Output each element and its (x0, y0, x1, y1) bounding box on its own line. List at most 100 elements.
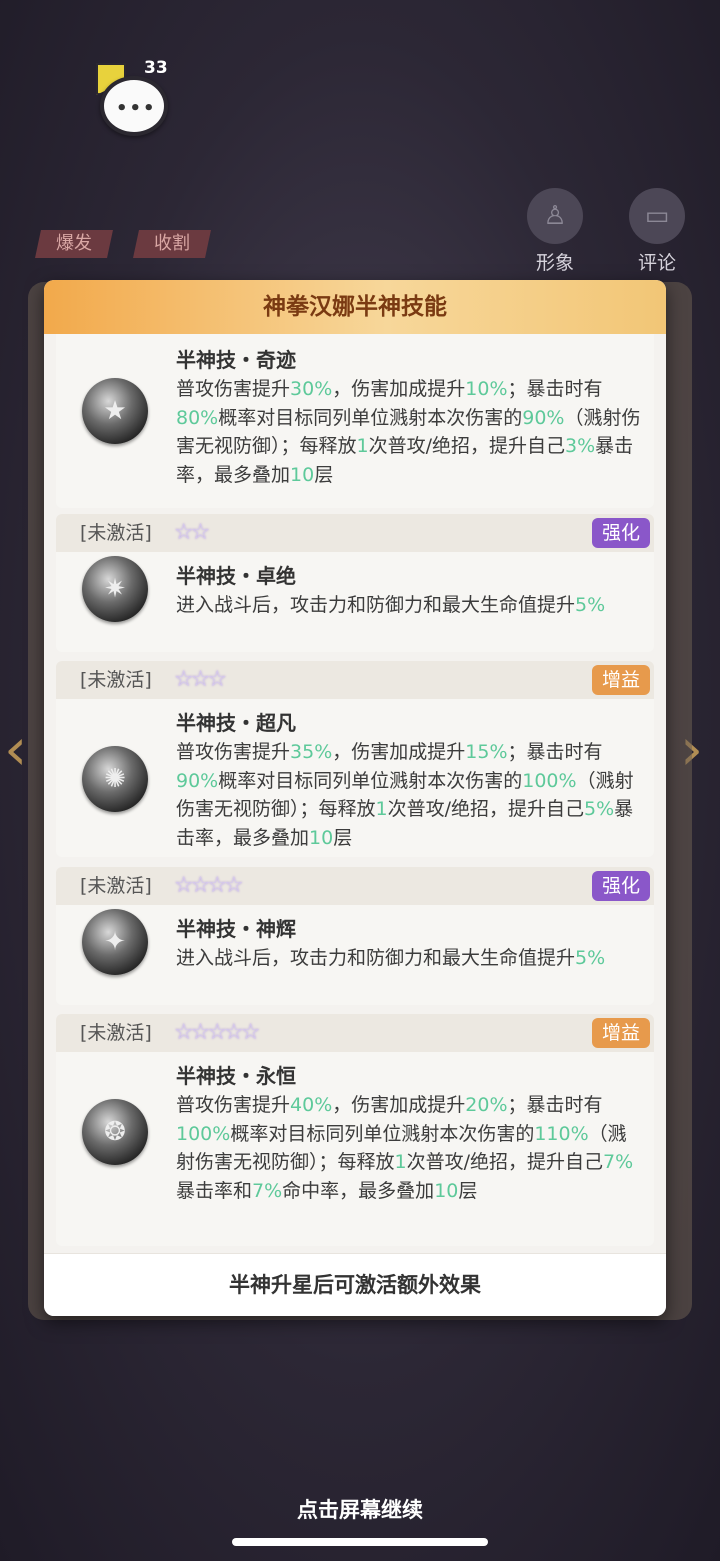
skill-title: 半神技・神辉 (176, 917, 296, 941)
highlight-value: 7% (252, 1179, 283, 1202)
skill-desc: 进入战斗后，攻击力和防御力和最大生命值提升5% (176, 591, 642, 620)
portrait-icon: ♙ (527, 188, 583, 244)
desc-text: 次普攻/绝招，提升自己 (406, 1151, 604, 1173)
highlight-value: 5% (575, 947, 606, 969)
highlight-value: 10 (290, 463, 315, 486)
portrait-button[interactable]: ♙ 形象 (522, 188, 588, 275)
skill-panel: 神拳汉娜半神技能 ★ 半神技・奇迹 普攻伤害提升30%，伤害加成提升10%；暴击… (44, 280, 666, 1316)
highlight-value: 20% (465, 1094, 508, 1116)
highlight-value: 80% (176, 406, 219, 429)
highlight-value: 35% (290, 741, 333, 763)
tag-burst: 爆发 (35, 230, 113, 258)
skill-head: [未激活] ☆☆ 强化 (56, 514, 654, 552)
prev-arrow-icon[interactable]: ‹ (4, 715, 27, 783)
desc-text: 层 (458, 1179, 478, 1202)
highlight-value: 30% (290, 378, 333, 400)
tap-to-continue[interactable]: 点击屏幕继续 (0, 1494, 720, 1524)
highlight-value: 5% (575, 594, 606, 616)
skill-title: 半神技・卓绝 (176, 564, 296, 588)
eternal-skill-icon: ❂ (82, 1098, 148, 1165)
skill-badge: 强化 (591, 871, 650, 901)
skill-status: [未激活] (80, 1022, 152, 1044)
highlight-value: 100% (522, 769, 577, 792)
skill-desc: 普攻伤害提升35%，伤害加成提升15%；暴击时有90%概率对目标同列单位溅射本次… (176, 738, 642, 852)
star-skill-icon: ★ (82, 377, 148, 444)
skill-card: [未激活] ☆☆☆☆☆ 增益 ❂ 半神技・永恒 普攻伤害提升40%，伤害加成提升… (56, 1014, 654, 1246)
skill-status: [未激活] (80, 875, 152, 897)
skill-body: ✦ 半神技・神辉 进入战斗后，攻击力和防御力和最大生命值提升5% (56, 905, 654, 981)
highlight-value: 7% (603, 1151, 634, 1173)
compass-skill-icon: ✷ (82, 556, 148, 622)
star-rating-icon: ☆☆☆☆ (173, 873, 244, 898)
chat-button[interactable]: ••• (100, 76, 168, 136)
tag-harvest: 收割 (133, 230, 211, 258)
highlight-value: 110% (534, 1122, 589, 1145)
comment-label: 评论 (637, 252, 676, 274)
desc-text: ；暴击时有 (507, 741, 603, 763)
highlight-value: 1 (375, 798, 388, 820)
highlight-value: 100% (176, 1122, 231, 1145)
portrait-label: 形象 (535, 252, 574, 274)
desc-text: 次普攻/绝招，提升自己 (387, 798, 585, 820)
desc-text: 概率对目标同列单位溅射本次伤害的 (230, 1122, 535, 1145)
desc-text: 概率对目标同列单位溅射本次伤害的 (218, 406, 523, 429)
desc-text: 进入战斗后，攻击力和防御力和最大生命值提升 (176, 594, 576, 616)
highlight-value: 3% (565, 435, 596, 457)
desc-text: 概率对目标同列单位溅射本次伤害的 (218, 769, 523, 792)
desc-text: 次普攻/绝招，提升自己 (368, 435, 566, 457)
desc-text: 层 (314, 463, 334, 486)
skill-card: [未激活] ☆☆☆☆ 强化 ✦ 半神技・神辉 进入战斗后，攻击力和防御力和最大生… (56, 867, 654, 1005)
panel-title: 神拳汉娜半神技能 (44, 280, 666, 334)
skill-title: 半神技・奇迹 (176, 348, 296, 372)
skill-badge: 增益 (591, 1018, 650, 1048)
skill-desc: 普攻伤害提升40%，伤害加成提升20%；暴击时有 100%概率对目标同列单位溅射本… (176, 1091, 642, 1205)
star-rating-icon: ☆☆☆☆☆ (173, 1020, 261, 1045)
desc-text: 层 (333, 826, 353, 849)
highlight-value: 90% (522, 406, 565, 429)
skill-body: ★ 半神技・奇迹 普攻伤害提升30%，伤害加成提升10%；暴击时有 80%概率对目… (56, 334, 654, 497)
desc-text: 普攻伤害提升 (176, 1094, 291, 1116)
skill-head: [未激活] ☆☆☆ 增益 (56, 661, 654, 699)
skill-status: [未激活] (80, 669, 152, 691)
skill-body: ❂ 半神技・永恒 普攻伤害提升40%，伤害加成提升20%；暴击时有 100%概率对… (56, 1052, 654, 1213)
desc-text: 暴击率和 (176, 1179, 253, 1202)
desc-text: ，伤害加成提升 (332, 378, 466, 400)
star-rating-icon: ☆☆ (173, 520, 210, 545)
skill-badge: 增益 (591, 665, 650, 695)
skill-body: ✺ 半神技・超凡 普攻伤害提升35%，伤害加成提升15%；暴击时有90%概率对目… (56, 699, 654, 857)
comment-icon: ▭ (629, 188, 685, 244)
skill-list[interactable]: ★ 半神技・奇迹 普攻伤害提升30%，伤害加成提升10%；暴击时有80%概率对目… (44, 334, 666, 1254)
desc-text: ，伤害加成提升 (332, 741, 466, 763)
panel-footer-note: 半神升星后可激活额外效果 (44, 1253, 666, 1316)
skill-card: [未激活] ☆☆☆ 增益 ✺ 半神技・超凡 普攻伤害提升35%，伤害加成提升15… (56, 661, 654, 857)
skill-desc: 普攻伤害提升30%，伤害加成提升10%；暴击时有 80%概率对目标同列单位溅射本次… (176, 375, 642, 489)
comment-button[interactable]: ▭ 评论 (624, 188, 690, 275)
skill-body: ✷ 半神技・卓绝 进入战斗后，攻击力和防御力和最大生命值提升5% (56, 552, 654, 628)
chat-count: 33 (144, 58, 168, 78)
highlight-value: 10 (309, 826, 334, 849)
desc-text: 普攻伤害提升 (176, 378, 291, 400)
skill-card: ★ 半神技・奇迹 普攻伤害提升30%，伤害加成提升10%；暴击时有 80%概率对目… (56, 334, 654, 508)
highlight-value: 5% (584, 798, 615, 820)
highlight-value: 15% (465, 741, 508, 763)
desc-text: ；暴击时有 (507, 378, 603, 400)
home-indicator[interactable] (232, 1538, 488, 1546)
skill-status: [未激活] (80, 522, 152, 544)
skill-card: [未激活] ☆☆ 强化 ✷ 半神技・卓绝 进入战斗后，攻击力和防御力和最大生命值… (56, 514, 654, 652)
skill-desc: 进入战斗后，攻击力和防御力和最大生命值提升5% (176, 944, 642, 973)
highlight-value: 1 (394, 1151, 407, 1173)
highlight-value: 90% (176, 769, 219, 792)
desc-text: 进入战斗后，攻击力和防御力和最大生命值提升 (176, 947, 576, 969)
star-rating-icon: ☆☆☆ (173, 667, 227, 692)
skill-head: [未激活] ☆☆☆☆ 强化 (56, 867, 654, 905)
swirl-skill-icon: ✺ (82, 745, 148, 812)
skill-title: 半神技・永恒 (176, 1064, 296, 1088)
desc-text: ；暴击时有 (507, 1094, 603, 1116)
desc-text: 命中率，最多叠加 (282, 1179, 435, 1202)
radiance-skill-icon: ✦ (82, 909, 148, 975)
chat-bubble-icon: ••• (116, 98, 157, 119)
skill-badge: 强化 (591, 518, 650, 548)
highlight-value: 1 (356, 435, 369, 457)
highlight-value: 10 (434, 1179, 459, 1202)
desc-text: 普攻伤害提升 (176, 741, 291, 763)
